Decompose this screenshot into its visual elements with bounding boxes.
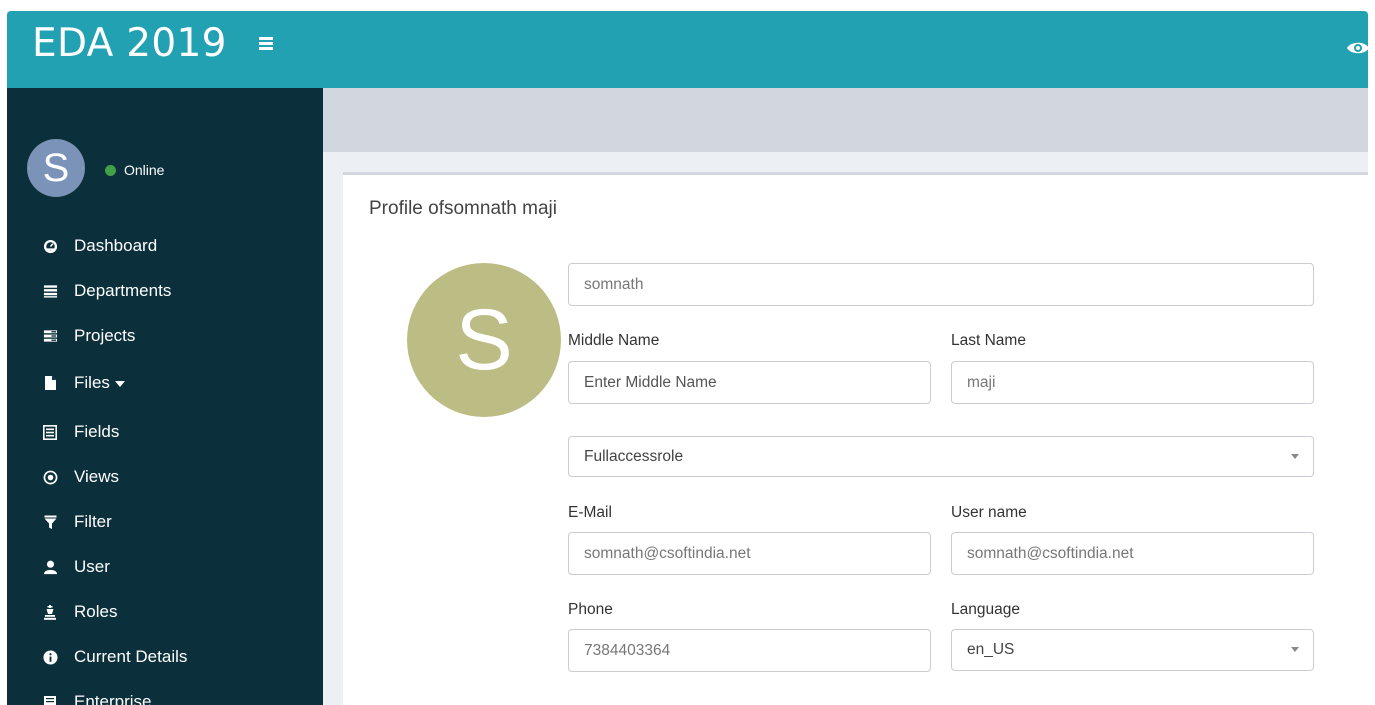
hamburger-icon[interactable] (259, 36, 275, 52)
profile-avatar[interactable]: S (407, 263, 561, 417)
phone-field[interactable]: 7384403364 (568, 629, 931, 672)
record-icon (42, 469, 58, 485)
language-label: Language (951, 601, 1020, 618)
sidebar-item-enterprise[interactable]: Enterprise (7, 684, 323, 705)
filter-icon (42, 514, 58, 530)
sidebar: S Online Dashboard Departments Projects (7, 88, 323, 705)
enterprise-icon (42, 694, 58, 705)
sidebar-item-label: Filter (74, 512, 112, 531)
email-field[interactable]: somnath@csoftindia.net (568, 532, 931, 575)
dropdown-arrow-icon (1291, 647, 1299, 652)
sidebar-item-label: Dashboard (74, 236, 158, 255)
sidebar-item-label: User (74, 557, 110, 576)
content-header (323, 88, 1368, 152)
sidebar-item-user[interactable]: User (7, 549, 323, 585)
middle-name-label: Middle Name (568, 332, 660, 349)
sidebar-item-label: Views (74, 467, 120, 486)
sidebar-item-label: Fields (74, 422, 120, 441)
dropdown-arrow-icon (1291, 454, 1299, 459)
sidebar-item-roles[interactable]: Roles (7, 594, 323, 630)
sidebar-item-filter[interactable]: Filter (7, 504, 323, 540)
role-select-value: Fullaccessrole (584, 448, 684, 465)
eye-icon[interactable] (1346, 36, 1368, 60)
last-name-label: Last Name (951, 332, 1026, 349)
top-header: EDA 2019 (7, 11, 1368, 88)
sidebar-item-departments[interactable]: Departments (7, 273, 323, 309)
sidebar-item-label: Projects (74, 326, 136, 345)
first-name-field[interactable]: somnath (568, 263, 1314, 306)
role-select[interactable]: Fullaccessrole (568, 436, 1314, 477)
middle-name-field[interactable]: Enter Middle Name (568, 361, 931, 404)
list-icon (42, 283, 58, 299)
sidebar-item-label: Files (74, 373, 125, 393)
status-label: Online (124, 162, 165, 178)
roles-icon (42, 604, 58, 620)
file-icon (42, 375, 58, 391)
email-label: E-Mail (568, 504, 612, 521)
sidebar-item-views[interactable]: Views (7, 459, 323, 495)
sidebar-item-label: Departments (74, 281, 172, 300)
phone-label: Phone (568, 601, 613, 618)
username-field[interactable]: somnath@csoftindia.net (951, 532, 1314, 575)
brand-title[interactable]: EDA 2019 (32, 21, 227, 66)
dashboard-icon (42, 238, 58, 254)
list-alt-icon (42, 424, 58, 440)
user-icon (42, 559, 58, 575)
sidebar-item-dashboard[interactable]: Dashboard (7, 228, 323, 264)
status-dot-icon (105, 164, 116, 176)
sidebar-item-current-details[interactable]: Current Details (7, 639, 323, 675)
caret-down-icon (114, 380, 125, 387)
sidebar-item-fields[interactable]: Fields (7, 414, 323, 450)
sidebar-item-label: Current Details (74, 647, 188, 666)
avatar[interactable]: S (27, 139, 85, 197)
tasks-icon (42, 328, 58, 344)
info-icon (42, 649, 58, 665)
sidebar-item-files[interactable]: Files (7, 365, 323, 401)
username-label: User name (951, 504, 1027, 521)
app-window: EDA 2019 S Online Dashboard Departments … (7, 11, 1368, 705)
online-status: Online (105, 162, 164, 178)
last-name-field[interactable]: maji (951, 361, 1314, 404)
language-select[interactable]: en_US (951, 629, 1314, 671)
sidebar-item-label: Enterprise (74, 692, 152, 705)
sidebar-item-projects[interactable]: Projects (7, 318, 323, 354)
page-title: Profile ofsomnath maji (369, 198, 557, 219)
sidebar-item-label: Roles (74, 602, 118, 621)
language-select-value: en_US (967, 641, 1015, 658)
